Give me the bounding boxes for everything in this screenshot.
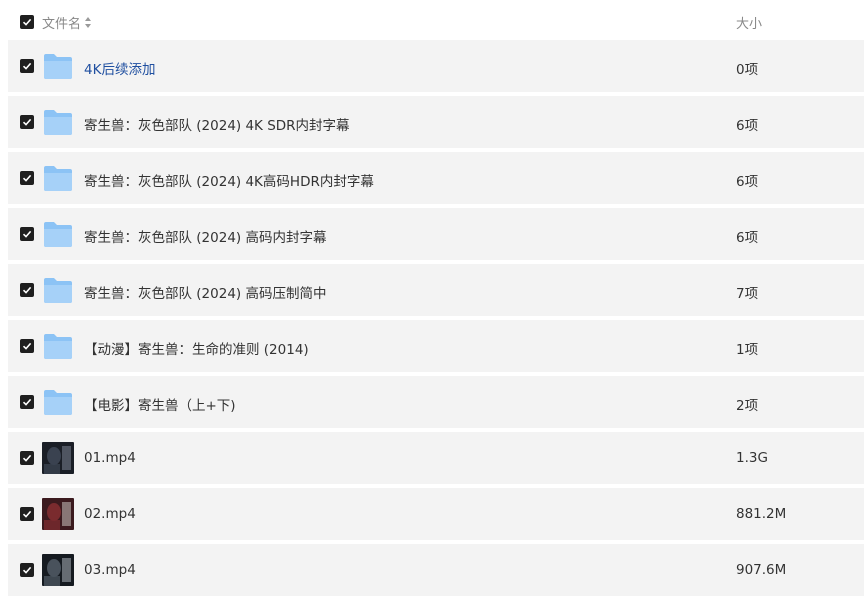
row-checkbox[interactable] (20, 339, 34, 353)
folder-icon (43, 53, 73, 80)
row-checkbox[interactable] (20, 507, 34, 521)
item-size: 0项 (736, 62, 759, 78)
file-name[interactable]: 01.mp4 (84, 450, 136, 466)
item-size: 6项 (736, 118, 759, 134)
video-thumbnail (42, 442, 74, 474)
item-size: 881.2M (736, 506, 787, 522)
checkmark-icon (22, 118, 32, 126)
folder-row[interactable]: 寄生兽：灰色部队 (2024) 4K SDR内封字幕 6项 (8, 96, 864, 148)
file-list: 文件名 大小 4K后续添加 0项寄生兽：灰色部队 (2024) 4K SDR内封字… (0, 0, 864, 610)
item-size: 1.3G (736, 450, 768, 466)
checkmark-icon (22, 566, 32, 574)
checkmark-icon (22, 230, 32, 238)
file-row[interactable]: 02.mp4 881.2M (8, 488, 864, 540)
folder-icon (43, 389, 73, 416)
file-name[interactable]: 02.mp4 (84, 506, 136, 522)
file-name[interactable]: 03.mp4 (84, 562, 136, 578)
folder-row[interactable]: 4K后续添加 0项 (8, 40, 864, 92)
item-size: 6项 (736, 174, 759, 190)
row-checkbox[interactable] (20, 563, 34, 577)
column-header-size[interactable]: 大小 (736, 13, 762, 32)
folder-name[interactable]: 寄生兽：灰色部队 (2024) 高码内封字幕 (84, 226, 326, 246)
checkmark-icon (22, 454, 32, 462)
list-header: 文件名 大小 (0, 0, 864, 40)
folder-icon (43, 165, 73, 192)
folder-icon (43, 221, 73, 248)
folder-icon (43, 109, 73, 136)
folder-icon (43, 333, 73, 360)
item-size: 1项 (736, 342, 759, 358)
folder-name[interactable]: 4K后续添加 (84, 58, 155, 78)
row-checkbox[interactable] (20, 283, 34, 297)
row-checkbox[interactable] (20, 59, 34, 73)
row-checkbox[interactable] (20, 395, 34, 409)
folder-row[interactable]: 【动漫】寄生兽：生命的准则 (2014) 1项 (8, 320, 864, 372)
folder-row[interactable]: 寄生兽：灰色部队 (2024) 高码压制简中 7项 (8, 264, 864, 316)
folder-row[interactable]: 【电影】寄生兽（上+下) 2项 (8, 376, 864, 428)
folder-row[interactable]: 寄生兽：灰色部队 (2024) 4K高码HDR内封字幕 6项 (8, 152, 864, 204)
column-header-name[interactable]: 文件名 (42, 13, 92, 32)
checkmark-icon (22, 18, 32, 26)
folder-name[interactable]: 寄生兽：灰色部队 (2024) 4K高码HDR内封字幕 (84, 170, 374, 190)
select-all-checkbox[interactable] (20, 15, 34, 29)
item-size: 7项 (736, 286, 759, 302)
folder-name[interactable]: 【动漫】寄生兽：生命的准则 (2014) (84, 338, 309, 358)
checkmark-icon (22, 174, 32, 182)
checkmark-icon (22, 510, 32, 518)
folder-name[interactable]: 寄生兽：灰色部队 (2024) 高码压制简中 (84, 282, 326, 302)
row-checkbox[interactable] (20, 451, 34, 465)
folder-icon (43, 277, 73, 304)
item-size: 2项 (736, 398, 759, 414)
folder-name[interactable]: 寄生兽：灰色部队 (2024) 4K SDR内封字幕 (84, 114, 350, 134)
file-rows: 4K后续添加 0项 寄生兽：灰色部队 (2024) 4K SDR内封字幕 6项 寄生兽：… (8, 40, 864, 600)
file-row[interactable]: 01.mp4 1.3G (8, 432, 864, 484)
video-thumbnail (42, 554, 74, 586)
folder-row[interactable]: 寄生兽：灰色部队 (2024) 高码内封字幕 6项 (8, 208, 864, 260)
checkmark-icon (22, 286, 32, 294)
folder-name[interactable]: 【电影】寄生兽（上+下) (84, 394, 236, 414)
row-checkbox[interactable] (20, 227, 34, 241)
column-name-label: 文件名 (42, 17, 82, 32)
file-row[interactable]: 03.mp4 907.6M (8, 544, 864, 596)
sort-icon[interactable] (85, 17, 92, 28)
checkmark-icon (22, 342, 32, 350)
row-checkbox[interactable] (20, 115, 34, 129)
video-thumbnail (42, 498, 74, 530)
checkmark-icon (22, 62, 32, 70)
row-checkbox[interactable] (20, 171, 34, 185)
item-size: 907.6M (736, 562, 787, 578)
checkmark-icon (22, 398, 32, 406)
item-size: 6项 (736, 230, 759, 246)
